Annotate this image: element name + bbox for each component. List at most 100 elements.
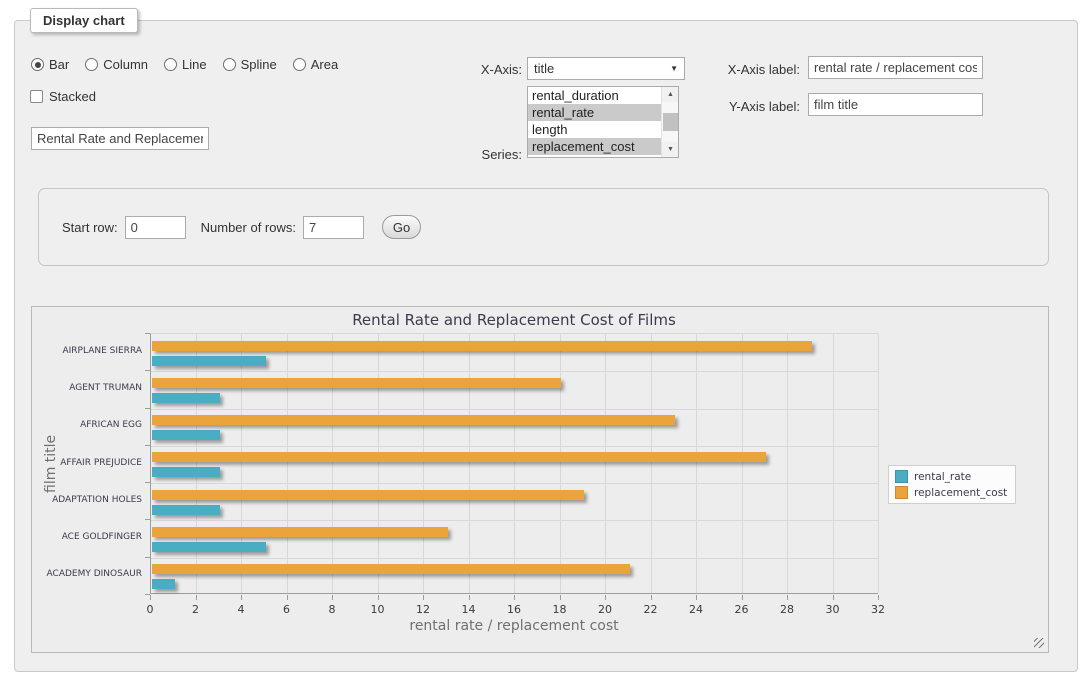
bar-replacement_cost [152, 452, 766, 462]
chart-plot-area [150, 333, 878, 594]
x-axis-tick [150, 595, 151, 600]
category-label: AFFAIR PREJUDICE [32, 458, 142, 468]
gridline-horizontal [151, 409, 878, 410]
radio-icon[interactable] [164, 58, 177, 71]
legend-swatch [895, 486, 908, 499]
bar-replacement_cost [152, 341, 812, 351]
radio-icon[interactable] [223, 58, 236, 71]
gridline-vertical [605, 334, 606, 593]
chart-x-axis-title: rental rate / replacement cost [150, 618, 878, 634]
x-axis-select[interactable]: title ▼ [527, 57, 685, 80]
go-button-label: Go [393, 220, 410, 235]
chart-type-option-column[interactable]: Column [85, 57, 148, 72]
bar-replacement_cost [152, 527, 448, 537]
series-scrollbar[interactable]: ▲ ▼ [661, 87, 678, 157]
x-axis-tick-label: 18 [553, 603, 567, 616]
category-label: AIRPLANE SIERRA [32, 346, 142, 356]
x-axis-tick [878, 595, 879, 600]
gridline-vertical [241, 334, 242, 593]
gridline-vertical [833, 334, 834, 593]
y-axis-tick [145, 557, 150, 558]
x-axis-tick [560, 595, 561, 600]
chart-type-option-area[interactable]: Area [293, 57, 338, 72]
scrollbar-down-icon[interactable]: ▼ [662, 142, 679, 157]
chart-type-option-bar[interactable]: Bar [31, 57, 69, 72]
legend-item-rental_rate[interactable]: rental_rate [895, 470, 1007, 483]
radio-label: Column [103, 57, 148, 72]
chart-type-option-line[interactable]: Line [164, 57, 207, 72]
x-axis-tick-label: 10 [371, 603, 385, 616]
x-axis-tick [651, 595, 652, 600]
x-axis-tick-label: 30 [826, 603, 840, 616]
x-axis-select-value: title [534, 61, 670, 76]
bar-rental_rate [152, 356, 266, 366]
x-axis-tick-label: 28 [780, 603, 794, 616]
radio-icon[interactable] [85, 58, 98, 71]
x-axis-tick-label: 14 [462, 603, 476, 616]
chart-title-input[interactable] [31, 127, 209, 150]
x-axis-tick [332, 595, 333, 600]
series-listbox[interactable]: rental_durationrental_ratelengthreplacem… [527, 86, 679, 158]
y-axis-tick [145, 445, 150, 446]
scrollbar-thumb[interactable] [663, 113, 678, 131]
y-axis-tick [145, 408, 150, 409]
bar-replacement_cost [152, 378, 561, 388]
chart-container: Rental Rate and Replacement Cost of Film… [31, 306, 1049, 653]
x-axis-tick-label: 12 [416, 603, 430, 616]
gridline-horizontal [151, 520, 878, 521]
gridline-vertical [469, 334, 470, 593]
x-axis-tick [196, 595, 197, 600]
gridline-vertical [696, 334, 697, 593]
series-option-rental_duration[interactable]: rental_duration [528, 87, 661, 104]
series-option-length[interactable]: length [528, 121, 661, 138]
bar-rental_rate [152, 505, 220, 515]
scrollbar-up-icon[interactable]: ▲ [662, 87, 679, 102]
x-axis-tick [605, 595, 606, 600]
legend-item-replacement_cost[interactable]: replacement_cost [895, 486, 1007, 499]
radio-icon[interactable] [31, 58, 44, 71]
gridline-vertical [742, 334, 743, 593]
stacked-checkbox[interactable] [30, 90, 43, 103]
radio-icon[interactable] [293, 58, 306, 71]
gridline-vertical [787, 334, 788, 593]
bar-replacement_cost [152, 490, 584, 500]
x-axis-tick-label: 26 [735, 603, 749, 616]
category-label: ACE GOLDFINGER [32, 532, 142, 542]
fieldset-legend: Display chart [30, 8, 138, 33]
gridline-vertical [560, 334, 561, 593]
x-axis-tick-label: 24 [689, 603, 703, 616]
chart-legend: rental_rate replacement_cost [888, 465, 1016, 504]
gridline-vertical [332, 334, 333, 593]
series-option-rental_rate[interactable]: rental_rate [528, 104, 661, 121]
bar-rental_rate [152, 467, 220, 477]
stacked-label: Stacked [49, 89, 96, 104]
category-label: ACADEMY DINOSAUR [32, 569, 142, 579]
x-axis-label-input[interactable] [808, 56, 983, 79]
x-axis-tick-label: 8 [329, 603, 336, 616]
series-option-replacement_cost[interactable]: replacement_cost [528, 138, 661, 155]
legend-label: replacement_cost [914, 487, 1007, 499]
go-button[interactable]: Go [382, 215, 421, 239]
bar-replacement_cost [152, 415, 675, 425]
x-axis-select-label: X-Axis: [412, 62, 522, 77]
x-axis-tick [742, 595, 743, 600]
gridline-vertical [196, 334, 197, 593]
bar-rental_rate [152, 393, 220, 403]
display-chart-panel: BarColumnLineSplineArea Stacked X-Axis: … [14, 20, 1078, 672]
category-label: AGENT TRUMAN [32, 383, 142, 393]
gridline-vertical [423, 334, 424, 593]
chart-type-option-spline[interactable]: Spline [223, 57, 277, 72]
x-axis-tick-label: 0 [147, 603, 154, 616]
category-label: ADAPTATION HOLES [32, 495, 142, 505]
y-axis-label-input[interactable] [808, 93, 983, 116]
gridline-vertical [287, 334, 288, 593]
gridline-vertical [514, 334, 515, 593]
start-row-input[interactable] [125, 216, 186, 239]
x-axis-tick-label: 20 [598, 603, 612, 616]
y-axis-tick [145, 333, 150, 334]
num-rows-input[interactable] [303, 216, 364, 239]
resize-handle-icon[interactable] [1034, 638, 1044, 648]
y-axis-tick [145, 482, 150, 483]
fieldset-legend-text: Display chart [43, 13, 125, 28]
stacked-checkbox-row: Stacked [30, 89, 96, 104]
